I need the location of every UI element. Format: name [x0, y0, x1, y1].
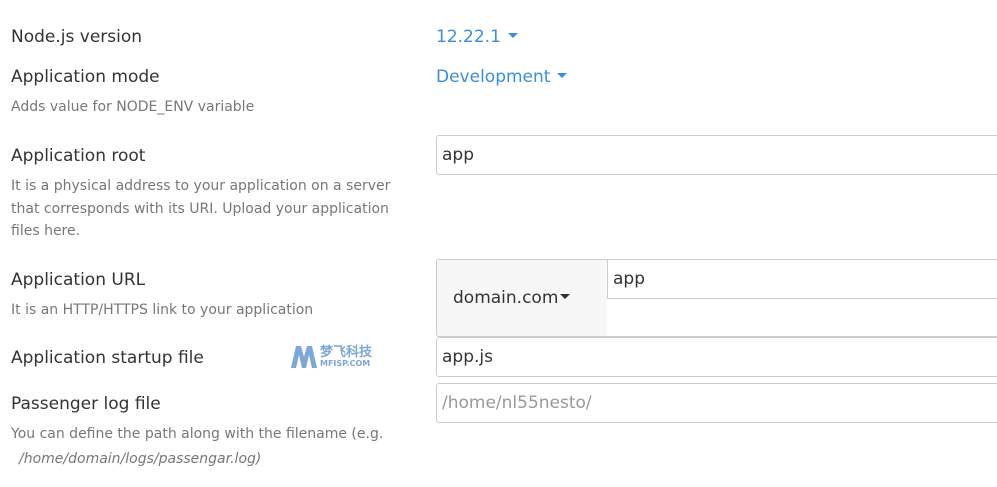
- log-file-help-example: /home/domain/logs/passengar.log): [19, 451, 262, 467]
- app-mode-dropdown[interactable]: Development: [436, 66, 568, 88]
- domain-dropdown[interactable]: domain.com: [436, 259, 607, 337]
- watermark-subtext: MFISP.COM: [320, 359, 371, 368]
- node-version-value: 12.22.1: [436, 27, 501, 47]
- domain-value: domain.com: [453, 288, 559, 308]
- caret-down-icon: [560, 293, 571, 299]
- node-version-label: Node.js version: [11, 27, 143, 47]
- app-root-help: It is a physical address to your applica…: [11, 178, 391, 239]
- caret-down-icon: [557, 72, 568, 78]
- app-settings-form: Node.js version 12.22.1 Application mode…: [0, 0, 997, 487]
- log-file-input[interactable]: /home/nl55nesto/: [436, 383, 997, 423]
- app-root-label: Application root: [11, 146, 146, 166]
- log-file-label: Passenger log file: [11, 394, 161, 414]
- watermark-logo: 梦飞科技 MFISP.COM: [290, 345, 384, 371]
- watermark-text: 梦飞科技: [320, 345, 373, 360]
- app-root-input[interactable]: app: [436, 135, 997, 175]
- logo-mark-icon: [291, 346, 317, 368]
- app-url-help: It is an HTTP/HTTPS link to your applica…: [11, 302, 314, 318]
- app-url-group: domain.com app: [436, 259, 997, 337]
- app-mode-help: Adds value for NODE_ENV variable: [11, 99, 255, 115]
- caret-down-icon: [507, 32, 518, 38]
- startup-file-input[interactable]: app.js: [436, 337, 997, 377]
- app-mode-value: Development: [436, 67, 551, 87]
- app-url-label: Application URL: [11, 270, 146, 290]
- app-mode-label: Application mode: [11, 67, 160, 87]
- log-file-help: You can define the path along with the f…: [11, 426, 384, 442]
- app-url-path-input[interactable]: app: [607, 259, 997, 299]
- node-version-dropdown[interactable]: 12.22.1: [436, 26, 518, 48]
- startup-file-label: Application startup file: [11, 348, 204, 368]
